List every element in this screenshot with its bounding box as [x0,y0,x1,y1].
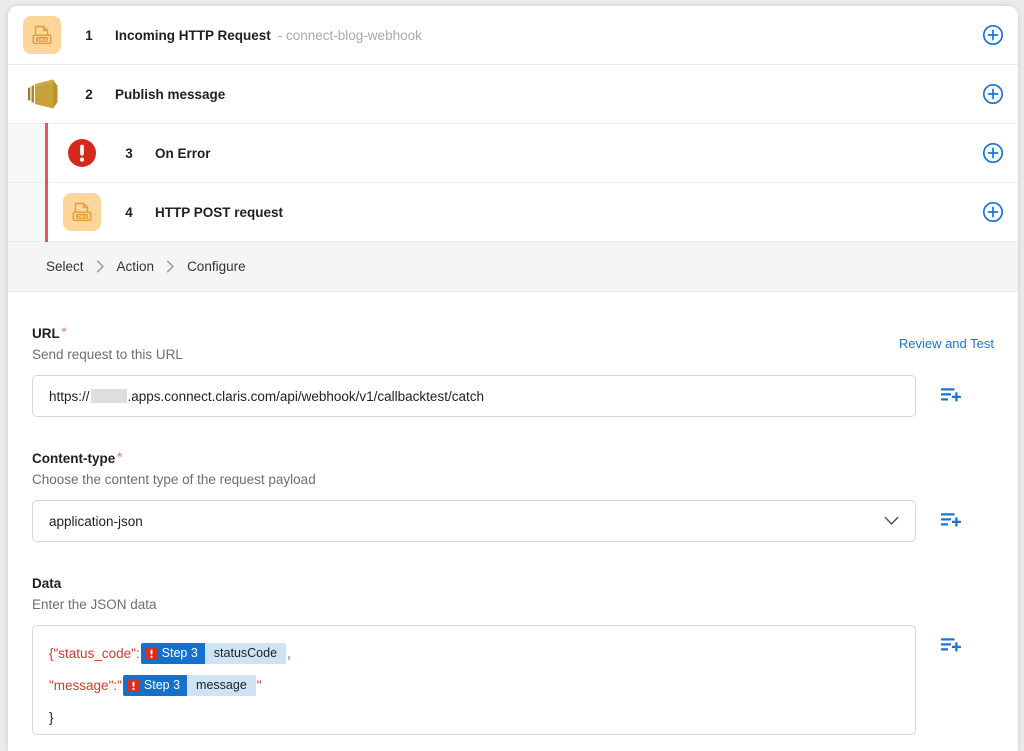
step-number: 4 [116,205,142,220]
http-request-icon: HTTP [23,16,61,54]
breadcrumb-item-select[interactable]: Select [46,259,84,274]
svg-text:HTTP: HTTP [77,215,87,219]
variable-token-field: message [187,675,256,696]
data-field-group: Data Enter the JSON data {"status_code":… [8,576,1018,735]
json-line3: } [49,702,899,734]
variable-token-step-label: Step 3 [162,647,198,660]
variable-token[interactable]: Step 3 message [123,675,256,696]
review-and-test-link[interactable]: Review and Test [899,336,994,351]
json-line1-prefix: {"status_code": [49,646,140,661]
url-value-prefix: https:// [49,389,90,404]
variable-token-step: Step 3 [141,643,205,664]
url-field-group: URL* Send request to this URL https:// .a… [8,326,1018,417]
url-help-text: Send request to this URL [32,347,994,362]
step-icon-cell: HTTP [48,193,116,231]
http-request-icon: HTTP [63,193,101,231]
step-icon-cell [8,77,76,111]
insert-variable-button[interactable] [940,635,962,657]
insert-variable-icon [940,385,962,407]
url-input[interactable]: https:// .apps.connect.claris.com/api/web… [32,375,916,417]
error-icon [127,679,140,692]
required-marker: * [117,450,122,464]
json-data-editor[interactable]: {"status_code": Step 3 statusCode, "messag… [32,625,916,735]
step-row[interactable]: HTTP 1 Incoming HTTP Request - connect-b… [8,6,1018,65]
plus-circle-icon [982,83,1004,105]
variable-token[interactable]: Step 3 statusCode [141,643,286,664]
step-row[interactable]: 3 On Error [8,124,1018,183]
step-title: Publish message [115,87,225,102]
error-exclamation-icon [67,138,97,168]
variable-token-field: statusCode [205,643,286,664]
content-type-field-group: Content-type* Choose the content type of… [8,451,1018,542]
insert-variable-button[interactable] [940,385,962,407]
add-step-button[interactable] [982,142,1004,164]
breadcrumb: Select Action Configure [8,242,1018,292]
app-window: HTTP 1 Incoming HTTP Request - connect-b… [8,6,1018,751]
step-list: HTTP 1 Incoming HTTP Request - connect-b… [8,6,1018,242]
step-row[interactable]: 2 Publish message [8,65,1018,124]
data-label: Data [32,576,994,591]
add-step-button[interactable] [982,201,1004,223]
step-icon-cell: HTTP [8,16,76,54]
breadcrumb-item-action[interactable]: Action [117,259,155,274]
step-number: 3 [116,146,142,161]
svg-text:HTTP: HTTP [37,38,47,42]
content-type-label-text: Content-type [32,451,115,466]
step-title: HTTP POST request [155,205,283,220]
content-type-select[interactable]: application-json [32,500,916,542]
content-type-label: Content-type* [32,451,994,466]
json-line: {"status_code": Step 3 statusCode, [49,638,899,670]
step-subtitle: - connect-blog-webhook [278,28,422,43]
chevron-right-icon [166,260,175,273]
variable-token-step-label: Step 3 [144,679,180,692]
breadcrumb-item-configure[interactable]: Configure [187,259,246,274]
add-step-button[interactable] [982,24,1004,46]
json-line2-prefix: "message":" [49,678,122,693]
data-input-row: {"status_code": Step 3 statusCode, "messag… [32,625,994,735]
data-help-text: Enter the JSON data [32,597,994,612]
configure-form: Review and Test URL* Send request to thi… [8,326,1018,735]
url-label: URL* [32,326,994,341]
step-title: On Error [155,146,211,161]
step-number: 2 [76,87,102,102]
step-icon-cell [48,138,116,168]
step-number: 1 [76,28,102,43]
chevron-right-icon [96,260,105,273]
url-input-row: https:// .apps.connect.claris.com/api/web… [32,375,994,417]
chevron-down-icon [884,514,899,529]
add-step-button[interactable] [982,83,1004,105]
redacted-block [91,389,127,403]
url-label-text: URL [32,326,60,341]
content-type-help-text: Choose the content type of the request p… [32,472,994,487]
variable-token-step: Step 3 [123,675,187,696]
plus-circle-icon [982,24,1004,46]
required-marker: * [62,325,67,339]
json-line1-suffix: , [287,646,291,661]
step-title: Incoming HTTP Request [115,28,271,43]
error-icon [145,647,158,660]
json-line2-suffix: " [257,678,262,693]
content-type-input-row: application-json [32,500,994,542]
insert-variable-button[interactable] [940,510,962,532]
plus-circle-icon [982,201,1004,223]
aws-sns-icon [24,77,60,111]
url-value-suffix: .apps.connect.claris.com/api/webhook/v1/… [128,389,484,404]
json-line: "message":" Step 3 message" [49,670,899,702]
plus-circle-icon [982,142,1004,164]
content-type-value: application-json [49,514,143,529]
step-row[interactable]: HTTP 4 HTTP POST request [8,183,1018,242]
insert-variable-icon [940,635,962,657]
insert-variable-icon [940,510,962,532]
